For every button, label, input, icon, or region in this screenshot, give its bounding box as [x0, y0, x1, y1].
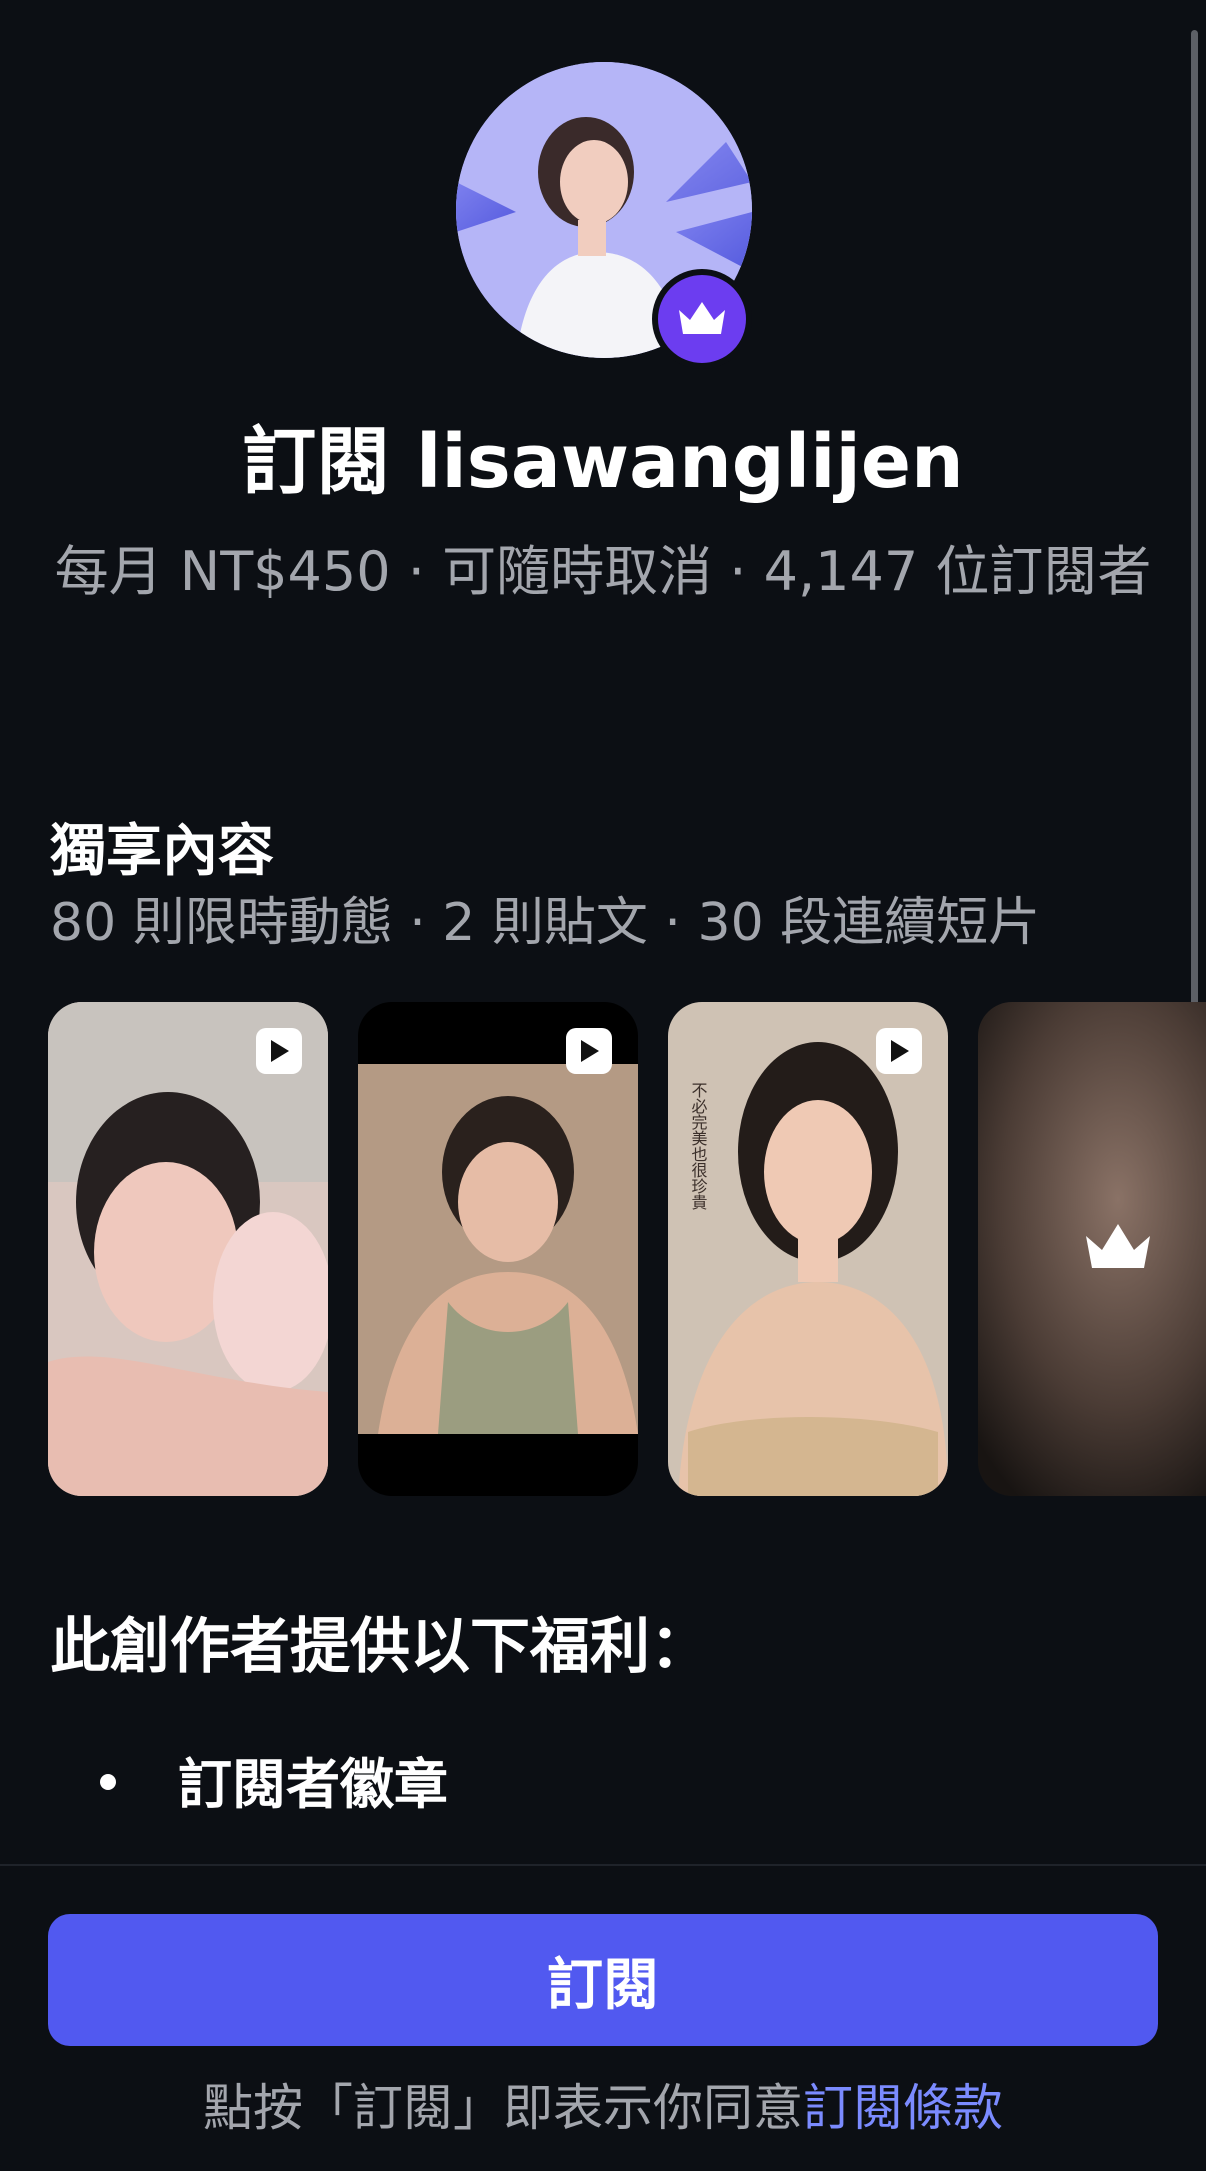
- terms-link[interactable]: 訂閱條款: [803, 2079, 1003, 2137]
- content-thumbnail[interactable]: 不必完美也很珍貴: [668, 1002, 948, 1496]
- play-icon: [566, 1028, 612, 1074]
- terms-notice: 點按「訂閱」即表示你同意訂閱條款: [0, 2068, 1206, 2140]
- crown-icon: [1082, 1220, 1154, 1280]
- crown-icon: [679, 302, 725, 334]
- terms-prefix: 點按「訂閱」即表示你同意: [203, 2079, 803, 2137]
- content-preview-carousel[interactable]: 不必完美也很珍貴: [48, 1002, 1206, 1496]
- page-title: 訂閱 lisawanglijen: [242, 419, 964, 505]
- content-thumbnail[interactable]: [358, 1002, 638, 1496]
- benefit-label: 訂閱者徽章: [178, 1753, 448, 1816]
- subscribe-button[interactable]: 訂閱: [48, 1914, 1158, 2046]
- play-icon: [876, 1028, 922, 1074]
- play-icon: [256, 1028, 302, 1074]
- bullet-icon: [100, 1773, 116, 1790]
- exclusive-content-title: 獨享內容: [50, 819, 274, 884]
- content-thumbnail[interactable]: [48, 1002, 328, 1496]
- thumbnail-caption: 不必完美也很珍貴: [689, 1082, 708, 1210]
- locked-content-thumbnail[interactable]: [978, 1002, 1206, 1496]
- exclusive-content-summary: 80 則限時動態 · 2 則貼文 · 30 段連續短片: [50, 893, 1041, 953]
- divider: [0, 1864, 1206, 1866]
- subscription-meta: 每月 NT$450 · 可隨時取消 · 4,147 位訂閱者: [54, 540, 1152, 603]
- profile-avatar-container: [456, 62, 752, 369]
- benefits-title: 此創作者提供以下福利：: [50, 1612, 710, 1682]
- crown-badge: [652, 269, 752, 369]
- benefit-item: 訂閱者徽章: [100, 1740, 448, 1819]
